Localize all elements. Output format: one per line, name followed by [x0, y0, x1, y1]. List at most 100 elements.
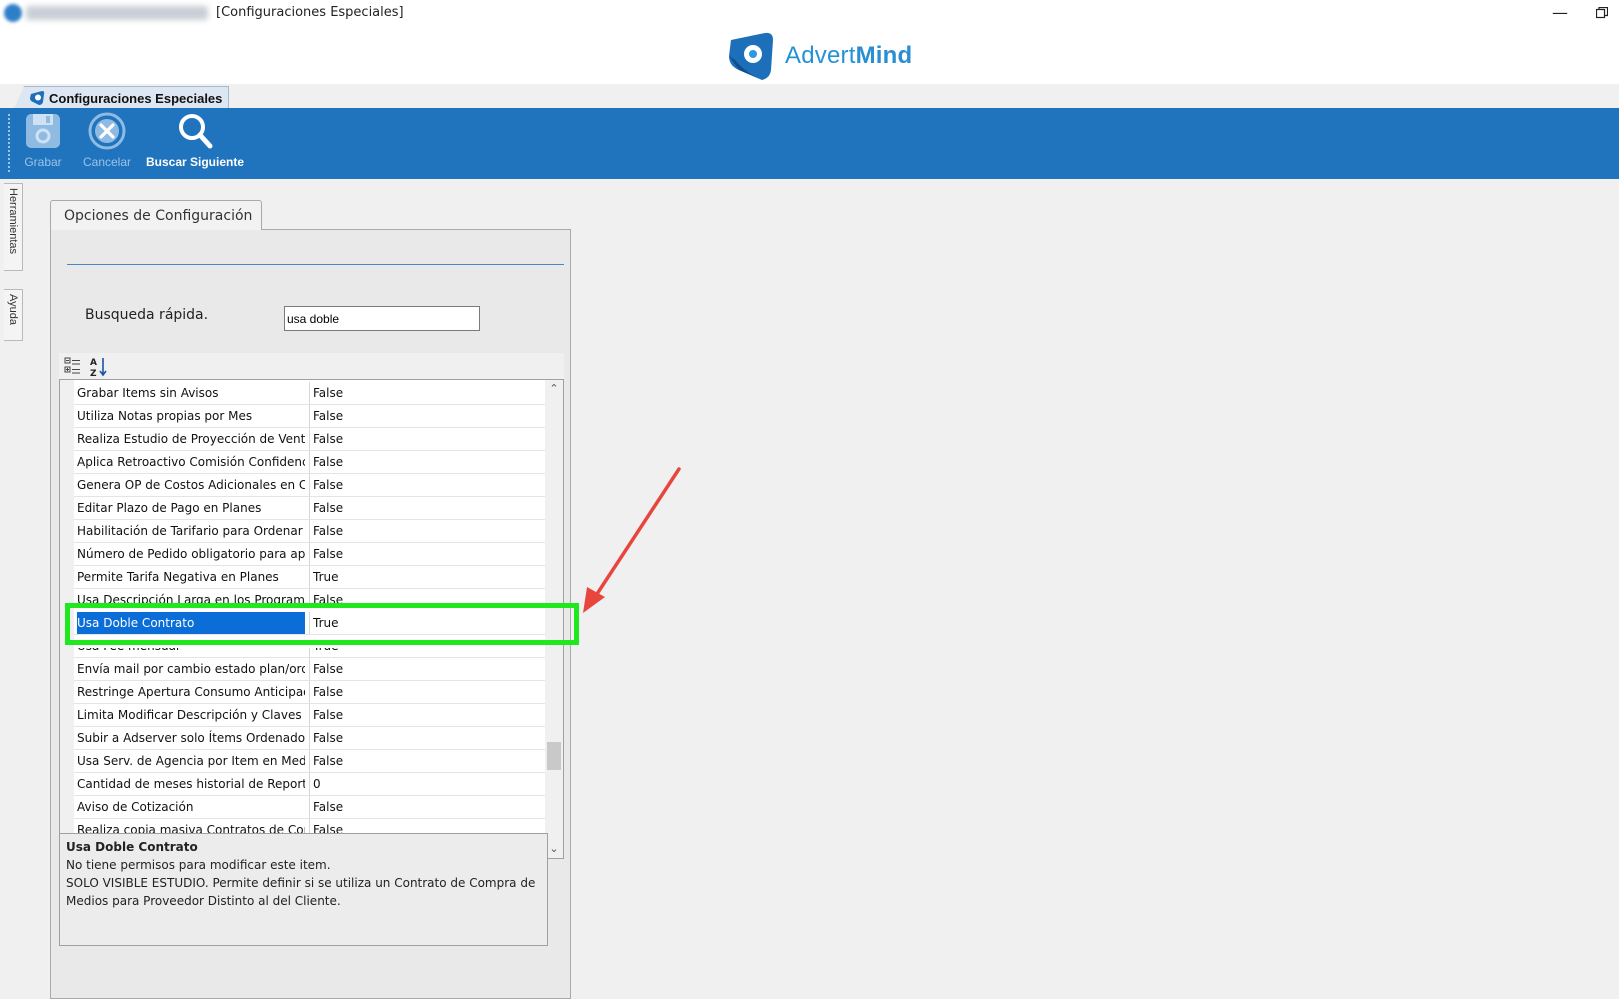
grid-row[interactable]: Envía mail por cambio estado plan/orde Fa… [74, 658, 546, 681]
grid-row[interactable]: Aviso de Cotización False [74, 796, 546, 819]
side-rail: Herramientas Ayuda [0, 179, 26, 985]
property-name: Cantidad de meses historial de Reportes [77, 777, 305, 791]
description-line-1: No tiene permisos para modificar este it… [66, 858, 331, 872]
quick-search-input[interactable] [284, 306, 480, 331]
property-value[interactable]: False [309, 543, 543, 565]
property-value[interactable]: False [309, 382, 543, 404]
property-value[interactable]: False [309, 796, 543, 818]
property-value[interactable]: 0 [309, 773, 543, 795]
property-name: Utiliza Notas propias por Mes [77, 409, 253, 423]
grid-row[interactable]: Utiliza Notas propias por Mes False [74, 405, 546, 428]
grid-row[interactable]: Usa Doble Contrato True [74, 612, 546, 635]
svg-text:A: A [90, 358, 97, 368]
red-arrow-annotation [583, 467, 681, 613]
property-value[interactable]: False [309, 681, 543, 703]
property-name: Envía mail por cambio estado plan/orde [77, 662, 305, 676]
side-tab-herramientas-label: Herramientas [7, 188, 19, 255]
property-grid-toolbar: A Z [59, 353, 564, 379]
property-grid: Grabar Items sin Avisos False Utiliza Nota… [59, 379, 564, 859]
sort-az-icon: A Z [90, 358, 107, 379]
magnifier-icon [179, 114, 213, 149]
grid-row[interactable]: Usa Serv. de Agencia por Item en Medios F… [74, 750, 546, 773]
logo-mark-icon [729, 32, 773, 80]
grid-row[interactable]: Número de Pedido obligatorio para apro Fa… [74, 543, 546, 566]
categorized-view-button[interactable] [63, 356, 83, 376]
save-button[interactable]: Grabar [22, 112, 64, 169]
property-name: Subir a Adserver solo Ítems Ordenados [77, 731, 305, 745]
description-line-3: Medios para Proveedor Distinto al del Cl… [66, 894, 341, 908]
alphabetical-sort-button[interactable]: A Z [89, 356, 109, 379]
property-value[interactable]: False [309, 727, 543, 749]
property-name: Realiza Estudio de Proyección de Ventas [77, 432, 305, 446]
grid-row[interactable]: Restringe Apertura Consumo Anticipado Fal… [74, 681, 546, 704]
property-name: Limita Modificar Descripción y Claves d [77, 708, 305, 722]
grid-row[interactable]: Habilitación de Tarifario para Ordenar Fa… [74, 520, 546, 543]
property-value[interactable]: False [309, 428, 543, 450]
property-value[interactable]: True [309, 648, 543, 657]
restore-button[interactable] [1590, 2, 1616, 26]
restore-icon [1596, 7, 1608, 19]
description-line-2: SOLO VISIBLE ESTUDIO. Permite definir si… [66, 876, 536, 890]
configuration-panel: Busqueda rápida. A Z Grabar Items sin Av… [50, 229, 571, 999]
property-name: Usa Descripción Larga en los Programas [77, 593, 305, 607]
grid-row[interactable]: Realiza Estudio de Proyección de Ventas F… [74, 428, 546, 451]
svg-text:Z: Z [90, 369, 97, 378]
side-tab-herramientas[interactable]: Herramientas [4, 183, 23, 271]
property-name: Grabar Items sin Avisos [77, 386, 219, 400]
side-tab-ayuda[interactable]: Ayuda [4, 289, 23, 341]
property-value[interactable]: False [309, 750, 543, 772]
grid-row[interactable]: Limita Modificar Descripción y Claves d F… [74, 704, 546, 727]
property-value[interactable]: True [309, 612, 543, 634]
property-name: Habilitación de Tarifario para Ordenar [77, 524, 303, 538]
grid-row[interactable]: Subir a Adserver solo Ítems Ordenados Fal… [74, 727, 546, 750]
window-title: [Configuraciones Especiales] [216, 5, 404, 20]
grid-row[interactable]: Genera OP de Costos Adicionales en Cer Fa… [74, 474, 546, 497]
ribbon-toolbar: Grabar Cancelar Buscar Siguiente [0, 108, 1619, 179]
property-name: Permite Tarifa Negativa en Planes [77, 570, 279, 584]
property-name: Genera OP de Costos Adicionales en Cer [77, 478, 305, 492]
property-value[interactable]: False [309, 589, 543, 604]
grid-row[interactable]: Grabar Items sin Avisos False [74, 382, 546, 405]
cancel-label: Cancelar [82, 155, 132, 169]
grid-row[interactable]: Editar Plazo de Pago en Planes False [74, 497, 546, 520]
categorized-icon [64, 357, 80, 374]
toolbar-grip[interactable] [8, 114, 10, 172]
property-value[interactable]: False [309, 497, 543, 519]
property-name: Editar Plazo de Pago en Planes [77, 501, 262, 515]
property-value[interactable]: False [309, 658, 543, 680]
save-label: Grabar [24, 155, 62, 169]
property-value[interactable]: False [309, 520, 543, 542]
property-value[interactable]: False [309, 704, 543, 726]
grid-row[interactable]: Aplica Retroactivo Comisión Confidencial… [74, 451, 546, 474]
property-value[interactable]: False [309, 451, 543, 473]
panel-separator [67, 264, 564, 265]
grid-row[interactable]: Usa Descripción Larga en los Programas Fa… [74, 589, 546, 607]
grid-row[interactable]: Cantidad de meses historial de Reportes 0 [74, 773, 546, 796]
scroll-up-chevron-icon[interactable]: ⌃ [545, 380, 563, 398]
tab-configuraciones-especiales[interactable]: Configuraciones Especiales [14, 86, 230, 109]
property-value[interactable]: False [309, 405, 543, 427]
logo-text-light: Advert [785, 42, 856, 69]
find-next-button[interactable]: Buscar Siguiente [144, 112, 246, 169]
property-name: Usa Serv. de Agencia por Item en Medios [77, 754, 305, 768]
scroll-thumb[interactable] [547, 742, 561, 770]
tab-opciones-de-configuracion[interactable]: Opciones de Configuración [50, 200, 262, 230]
quick-search-label: Busqueda rápida. [85, 307, 209, 323]
property-value[interactable]: True [309, 566, 543, 588]
advertmind-logo: AdvertMind [725, 28, 912, 84]
side-tab-ayuda-label: Ayuda [7, 294, 19, 325]
description-title: Usa Doble Contrato [66, 840, 198, 854]
grid-row[interactable]: Usa Fee mensual True [74, 639, 546, 658]
document-tab-strip: Configuraciones Especiales [0, 84, 1619, 109]
minimize-button[interactable]: — [1546, 2, 1574, 26]
logo-text-bold: Mind [855, 42, 913, 69]
property-name: Usa Doble Contrato [77, 612, 305, 634]
property-name: Aplica Retroactivo Comisión Confidencial [77, 455, 305, 469]
cancel-button[interactable]: Cancelar [80, 112, 134, 169]
property-name: Usa Fee mensual [77, 639, 180, 653]
grid-scrollbar[interactable]: ⌃ ⌄ [545, 380, 563, 858]
grid-gutter [60, 380, 74, 858]
cancel-circle-icon [88, 112, 126, 150]
property-value[interactable]: False [309, 474, 543, 496]
grid-row[interactable]: Permite Tarifa Negativa en Planes True [74, 566, 546, 589]
